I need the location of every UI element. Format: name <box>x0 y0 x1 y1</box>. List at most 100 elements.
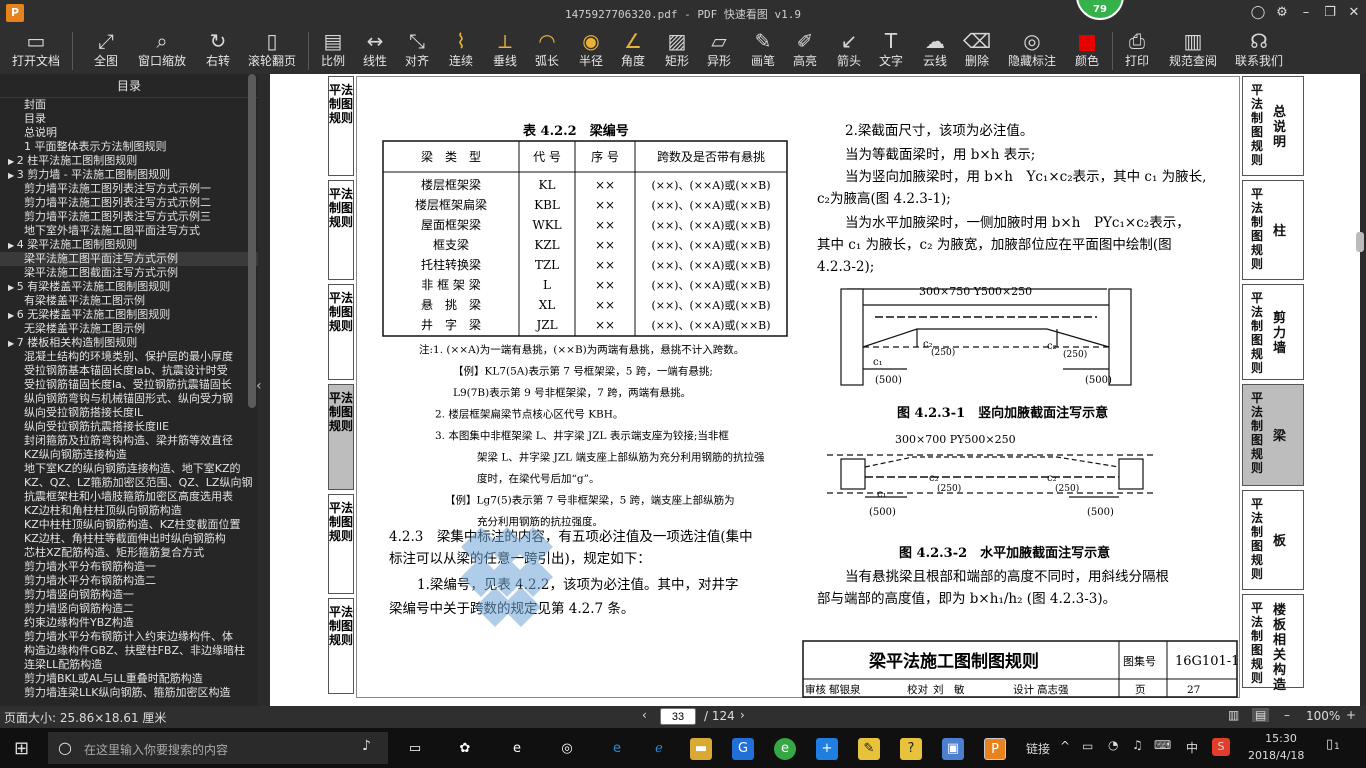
zoom-in-button[interactable]: + <box>1346 708 1356 722</box>
toc-item[interactable]: KZ中柱柱顶纵向钢筋构造、KZ柱变截面位置 <box>0 518 258 532</box>
task-view-icon[interactable]: ▭ <box>404 738 426 760</box>
radius-button[interactable]: ◉ 半径 <box>574 28 608 72</box>
toc-item[interactable]: KZ边柱和角柱柱顶纵向钢筋构造 <box>0 504 258 518</box>
clock-time[interactable]: 15:30 <box>1256 732 1306 745</box>
toc-item[interactable]: 剪力墙BKL或AL与LL重叠时配筋构造 <box>0 672 258 686</box>
toc-item[interactable]: 剪力墙竖向钢筋构造一 <box>0 588 258 602</box>
ie-browser-icon[interactable]: e <box>506 738 528 760</box>
scale-button[interactable]: ▤ 比例 <box>316 28 350 72</box>
toc-item[interactable]: 纵向受拉钢筋抗震搭接长度llE <box>0 420 258 434</box>
keyboard-icon[interactable]: ⌨ <box>1154 738 1171 752</box>
cloud-line-button[interactable]: ☁ 云线 <box>918 28 952 72</box>
toc-item[interactable]: 封闭箍筋及拉筋弯钩构造、梁并筋等效直径 <box>0 434 258 448</box>
print-button[interactable]: ⎙ 打印 <box>1120 28 1154 72</box>
restore-button[interactable]: ❐ <box>1320 3 1340 23</box>
linear-button[interactable]: ↔ 线性 <box>358 28 392 72</box>
left-chapter-tab[interactable]: 平法制图规则 <box>328 598 354 694</box>
open-document-button[interactable]: ▭ 打开文档 <box>8 28 64 72</box>
text-button[interactable]: T 文字 <box>874 28 908 72</box>
two-page-view-icon[interactable]: ▥ <box>1228 708 1239 722</box>
toc-item[interactable]: 剪力墙水平分布钢筋计入约束边缘构件、体 <box>0 630 258 644</box>
toc-item[interactable]: 芯柱XZ配筋构造、矩形箍筋复合方式 <box>0 546 258 560</box>
green-e-app-icon[interactable]: e <box>774 738 796 760</box>
toc-item[interactable]: 混凝土结构的环境类别、保护层的最小厚度 <box>0 350 258 364</box>
windows-start-icon[interactable]: ⊞ <box>14 738 29 759</box>
toc-item[interactable]: 受拉钢筋基本锚固长度lab、抗震设计时受 <box>0 364 258 378</box>
close-button[interactable]: ✕ <box>1344 3 1364 23</box>
toc-item[interactable]: ▶ 7 楼板相关构造制图规则 <box>0 336 258 350</box>
minimize-button[interactable]: – <box>1296 3 1316 23</box>
toc-item[interactable]: 约束边缘构件YBZ构造 <box>0 616 258 630</box>
wifi-icon[interactable]: ◔ <box>1108 738 1118 752</box>
sidebar-scrollbar[interactable] <box>248 74 256 408</box>
toc-item[interactable]: ▶ 4 梁平法施工图制图规则 <box>0 238 258 252</box>
internet-explorer-icon[interactable]: ℯ <box>648 738 670 760</box>
settings-icon[interactable]: ⚙ <box>1272 3 1292 23</box>
pdf-viewer-taskbar-icon[interactable]: P <box>984 738 1006 760</box>
notes-app-icon[interactable]: ✎ <box>858 738 880 760</box>
contact-us-button[interactable]: ☊ 联系我们 <box>1232 28 1286 72</box>
left-chapter-tab[interactable]: 平法制图规则 <box>328 384 354 490</box>
right-chapter-tab[interactable]: 平法制图规则 总说明 <box>1242 76 1304 176</box>
edge-browser-icon[interactable]: e <box>606 738 628 760</box>
toc-item[interactable]: 总说明 <box>0 126 258 140</box>
rotate-right-button[interactable]: ↻ 右转 <box>198 28 238 72</box>
sogou-ime-icon[interactable]: S <box>1212 738 1230 756</box>
app-pinwheel-icon[interactable]: ✿ <box>454 738 476 760</box>
g-app-icon[interactable]: G <box>732 738 754 760</box>
toc-item[interactable]: 封面 <box>0 98 258 112</box>
microphone-icon[interactable]: ♪ <box>362 738 371 754</box>
toc-item[interactable]: ▶ 3 剪力墙 - 平法施工图制图规则 <box>0 168 258 182</box>
battery-icon[interactable]: ▭ <box>1082 739 1093 753</box>
arc-length-button[interactable]: ◠ 弧长 <box>530 28 564 72</box>
collapse-sidebar-icon[interactable]: ‹ <box>256 378 268 398</box>
toc-item[interactable]: 构造边缘构件GBZ、扶壁柱FBZ、非边缘暗柱 <box>0 644 258 658</box>
toc-item[interactable]: KZ边柱、角柱柱等截面伸出时纵向钢筋构 <box>0 532 258 546</box>
toc-item[interactable]: 纵向受拉钢筋搭接长度lL <box>0 406 258 420</box>
toc-item[interactable]: 地下室外墙平法施工图平面注写方式 <box>0 224 258 238</box>
tray-expand-icon[interactable]: ^ <box>1060 739 1070 753</box>
angle-button[interactable]: ∠ 角度 <box>616 28 650 72</box>
toc-item[interactable]: ▶ 2 柱平法施工图制图规则 <box>0 154 258 168</box>
pen-button[interactable]: ✎ 画笔 <box>746 28 780 72</box>
right-chapter-tab[interactable]: 平法制图规则 楼板相关构造 <box>1242 594 1304 693</box>
right-chapter-tab[interactable]: 平法制图规则 剪力墙 <box>1242 284 1304 380</box>
expand-arrow-icon[interactable]: ▶ <box>8 311 17 320</box>
expand-arrow-icon[interactable]: ▶ <box>8 241 17 250</box>
toc-item[interactable]: 剪力墙水平分布钢筋构造一 <box>0 560 258 574</box>
toc-item[interactable]: 剪力墙平法施工图列表注写方式示例一 <box>0 182 258 196</box>
left-chapter-tab[interactable]: 平法制图规则 <box>328 180 354 280</box>
expand-arrow-icon[interactable]: ▶ <box>8 339 17 348</box>
toc-item[interactable]: 纵向钢筋弯钩与机械锚固形式、纵向受力钢 <box>0 392 258 406</box>
file-explorer-icon[interactable]: ▬ <box>690 738 712 760</box>
fit-all-button[interactable]: ⤢ 全图 <box>86 28 126 72</box>
swirl-app-icon[interactable]: ◎ <box>556 738 578 760</box>
window-zoom-button[interactable]: ⌕ 窗口缩放 <box>134 28 190 72</box>
right-chapter-tab[interactable]: 平法制图规则梁 <box>1242 384 1304 486</box>
left-chapter-tab[interactable]: 平法制图规则 <box>328 76 354 176</box>
toc-item[interactable]: 梁平法施工图平面注写方式示例 <box>0 252 258 266</box>
perpendicular-button[interactable]: ⟂ 垂线 <box>488 28 522 72</box>
rectangle-button[interactable]: ▨ 矩形 <box>660 28 694 72</box>
toc-item[interactable]: 梁平法施工图截面注写方式示例 <box>0 266 258 280</box>
toc-item[interactable]: 剪力墙竖向钢筋构造二 <box>0 602 258 616</box>
scroll-page-button[interactable]: ▯ 滚轮翻页 <box>244 28 300 72</box>
single-page-view-icon[interactable]: ▤ <box>1252 708 1270 722</box>
toc-item[interactable]: 1 平面整体表示方法制图规则 <box>0 140 258 154</box>
plus-app-icon[interactable]: + <box>816 738 838 760</box>
toc-item[interactable]: 受拉钢筋锚固长度la、受拉钢筋抗震锚固长 <box>0 378 258 392</box>
right-chapter-tab[interactable]: 平法制图规则柱 <box>1242 180 1304 280</box>
next-page-button[interactable]: › <box>740 708 745 722</box>
toc-item[interactable]: ▶ 6 无梁楼盖平法施工图制图规则 <box>0 308 258 322</box>
irregular-button[interactable]: ▱ 异形 <box>702 28 736 72</box>
expand-arrow-icon[interactable]: ▶ <box>8 171 17 180</box>
continuous-button[interactable]: ⌇ 连续 <box>444 28 478 72</box>
toc-item[interactable]: KZ纵向钢筋连接构造 <box>0 448 258 462</box>
page-number-input[interactable] <box>660 708 696 725</box>
toc-item[interactable]: 剪力墙平法施工图列表注写方式示例二 <box>0 196 258 210</box>
expand-arrow-icon[interactable]: ▶ <box>8 157 17 166</box>
zoom-out-button[interactable]: – <box>1284 708 1290 722</box>
expand-arrow-icon[interactable]: ▶ <box>8 283 17 292</box>
left-chapter-tab[interactable]: 平法制图规则 <box>328 284 354 380</box>
prev-page-button[interactable]: ‹ <box>642 708 647 722</box>
